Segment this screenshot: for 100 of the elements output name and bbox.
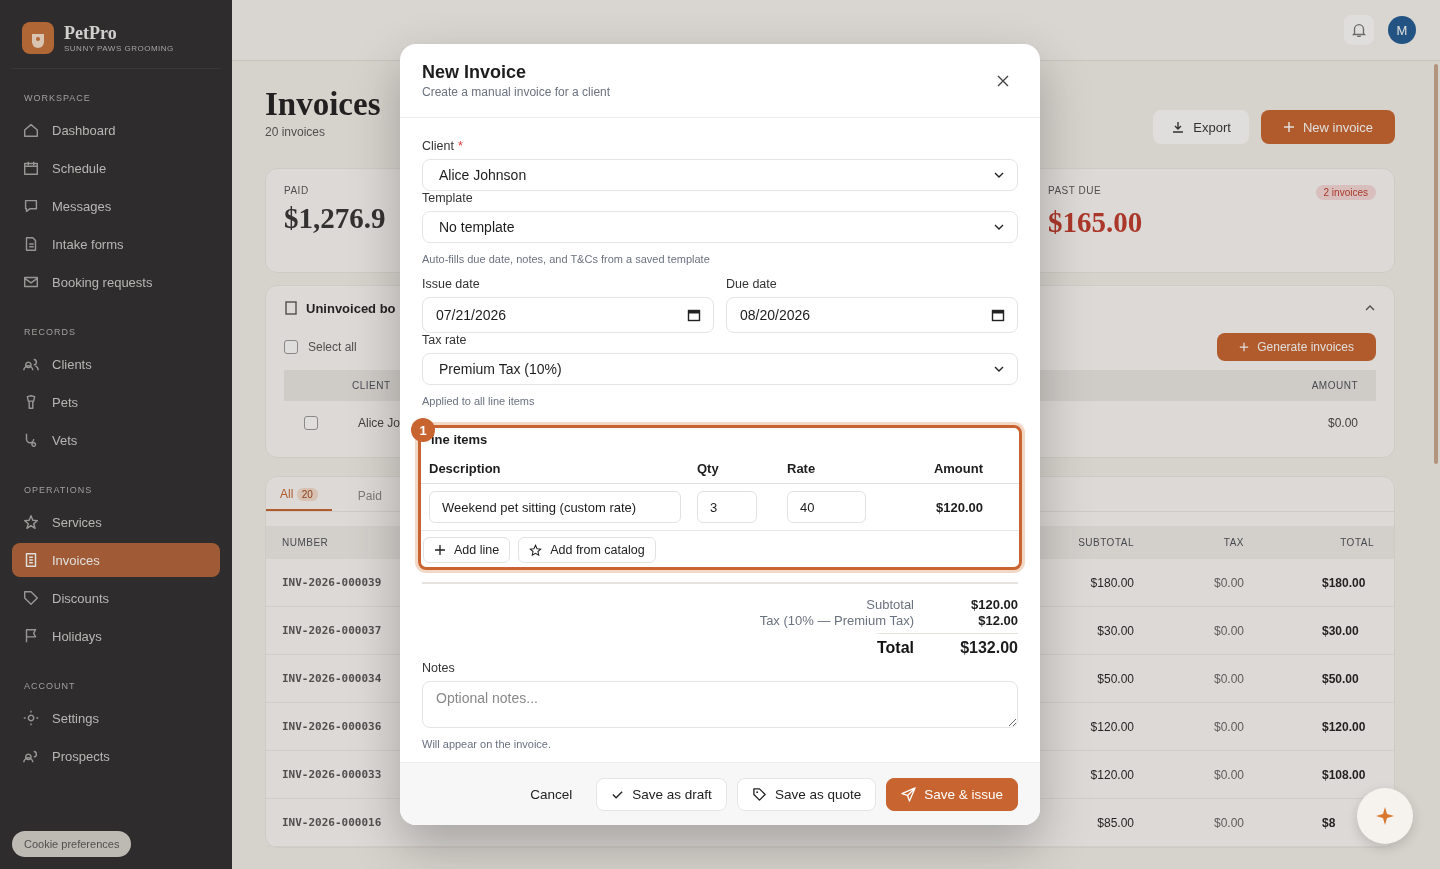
column-header: Rate	[787, 460, 817, 476]
plus-icon	[1239, 342, 1250, 352]
rate-input[interactable]: 40	[787, 491, 866, 524]
download-icon	[1171, 120, 1186, 134]
save-and-issue-button[interactable]: Save & issue	[886, 777, 1018, 811]
table-cell-text: $0.00	[1212, 767, 1244, 782]
notes-field[interactable]: Optional notes...	[422, 680, 1018, 728]
nav-item[interactable]: Prospects	[12, 739, 220, 773]
user-avatar[interactable]: M	[1388, 16, 1416, 44]
nav-item[interactable]: Schedule	[12, 151, 220, 185]
section-heading: ACCOUNT	[23, 680, 77, 693]
page-title: Invoices	[265, 86, 381, 123]
close-icon[interactable]	[996, 73, 1010, 88]
table-cell-text: $50.00	[1322, 671, 1360, 686]
section-heading: WORKSPACE	[23, 92, 92, 105]
export-button[interactable]: Export	[1153, 110, 1249, 144]
table-cell-text: $0.00	[1212, 623, 1244, 638]
invoice-count: 20 invoices	[265, 125, 327, 139]
field-label: Client	[422, 139, 454, 153]
date-field[interactable]: 07/21/2026	[422, 297, 714, 334]
grand-total-value: $132.00	[959, 638, 1018, 657]
nav-item[interactable]: Clients	[12, 347, 220, 381]
table-cell-text: $120.00	[1089, 719, 1134, 734]
nav-item[interactable]: Dashboard	[12, 113, 220, 147]
filter-tab[interactable]: All 20	[266, 487, 332, 511]
nav-item[interactable]: Discounts	[12, 581, 220, 615]
table-cell-text: $180.00	[1322, 575, 1367, 590]
table-cell-text: $8	[1322, 815, 1337, 830]
nav-icon	[22, 159, 40, 177]
add-line-button[interactable]: Add line	[423, 537, 511, 564]
field-label: Template	[422, 191, 474, 205]
logo-icon	[22, 22, 54, 54]
calendar-icon[interactable]	[991, 308, 1005, 323]
grand-total-label: Total	[876, 638, 914, 657]
notification-bell-icon[interactable]	[1344, 15, 1374, 45]
nav-item[interactable]: Booking requests	[12, 265, 220, 299]
save-draft-button[interactable]: Save as draft	[596, 777, 727, 811]
table-cell: INV-2026-000039	[282, 576, 382, 589]
new-invoice-button[interactable]: New invoice	[1260, 110, 1395, 144]
save-quote-button[interactable]: Save as quote	[736, 777, 877, 811]
total-label: Subtotal	[866, 596, 914, 612]
nav-icon	[22, 513, 40, 531]
nav-item[interactable]: Services	[12, 505, 220, 539]
table-cell-text: $120.00	[1322, 719, 1367, 734]
nav-icon	[22, 589, 40, 607]
sparkle-icon	[1375, 806, 1395, 826]
stat-value: $1,276.9	[284, 202, 386, 235]
field-hint: Will appear on the invoice.	[422, 738, 552, 750]
column-header: SUBTOTAL	[1077, 537, 1134, 548]
table-cell: INV-2026-000034	[282, 672, 382, 685]
date-field[interactable]: 08/20/2026	[726, 297, 1018, 334]
table-cell: INV-2026-000016	[282, 816, 382, 829]
total-value: $120.00	[970, 596, 1018, 612]
table-cell-text: $108.00	[1322, 767, 1367, 782]
total-value: $12.00	[977, 613, 1018, 629]
table-cell-text: $180.00	[1089, 575, 1134, 590]
add-from-catalog-button[interactable]: Add from catalog	[518, 537, 656, 564]
scrollbar[interactable]	[1434, 64, 1438, 464]
nav-item[interactable]: Vets	[12, 423, 220, 457]
column-header: NUMBER	[282, 537, 329, 548]
generate-invoices-button[interactable]: Generate invoices	[1217, 333, 1376, 361]
nav-item[interactable]: Holidays	[12, 619, 220, 653]
brand-tagline: SUNNY PAWS GROOMING	[64, 44, 174, 53]
nav-item[interactable]: Messages	[12, 189, 220, 223]
field-label: Notes	[422, 660, 456, 675]
table-cell-text: $0.00	[1212, 719, 1244, 734]
nav-icon	[22, 121, 40, 139]
quantity-input[interactable]: 3	[697, 491, 757, 524]
nav-item[interactable]: Intake forms	[12, 227, 220, 261]
select-all-label: Select all	[308, 340, 357, 354]
column-header: Qty	[697, 460, 720, 476]
template-select[interactable]: No template	[422, 211, 1018, 244]
client-select[interactable]: Alice Johnson	[422, 159, 1018, 191]
table-cell-text: $30.00	[1322, 623, 1360, 638]
plus-icon	[1282, 121, 1295, 133]
table-cell-text: $0.00	[1212, 575, 1244, 590]
calendar-icon[interactable]	[687, 308, 701, 323]
nav-item[interactable]: Invoices	[12, 543, 220, 577]
dialog-title: New Invoice	[422, 62, 528, 83]
panel-title: Uninvoiced bo	[306, 300, 396, 316]
nav-item[interactable]: Settings	[12, 701, 220, 735]
table-cell: Alice Jo	[358, 416, 401, 430]
field-hint: Auto-fills due date, notes, and T&Cs from a saved template	[422, 253, 711, 266]
nav-item[interactable]: Pets	[12, 385, 220, 419]
table-cell-text: $120.00	[1089, 767, 1134, 782]
plus-icon	[434, 544, 446, 557]
checkbox[interactable]	[284, 340, 298, 354]
row-checkbox[interactable]	[304, 416, 318, 430]
table-cell: INV-2026-000036	[282, 720, 382, 733]
nav-icon	[22, 197, 40, 215]
table-cell-text: $85.00	[1096, 815, 1134, 830]
cookie-preferences-button[interactable]: Cookie preferences	[12, 831, 132, 857]
cancel-button[interactable]: Cancel	[516, 777, 587, 811]
send-icon	[901, 786, 917, 802]
brand-name: PetPro	[64, 23, 118, 44]
table-cell-text: $50.00	[1096, 671, 1134, 686]
total-label: Tax (10% — Premium Tax)	[759, 613, 914, 629]
tax-rate-select[interactable]: Premium Tax (10%)	[422, 353, 1018, 386]
line-amount: $120.00	[935, 499, 984, 515]
description-input[interactable]: Weekend pet sitting (custom rate)	[429, 491, 681, 524]
